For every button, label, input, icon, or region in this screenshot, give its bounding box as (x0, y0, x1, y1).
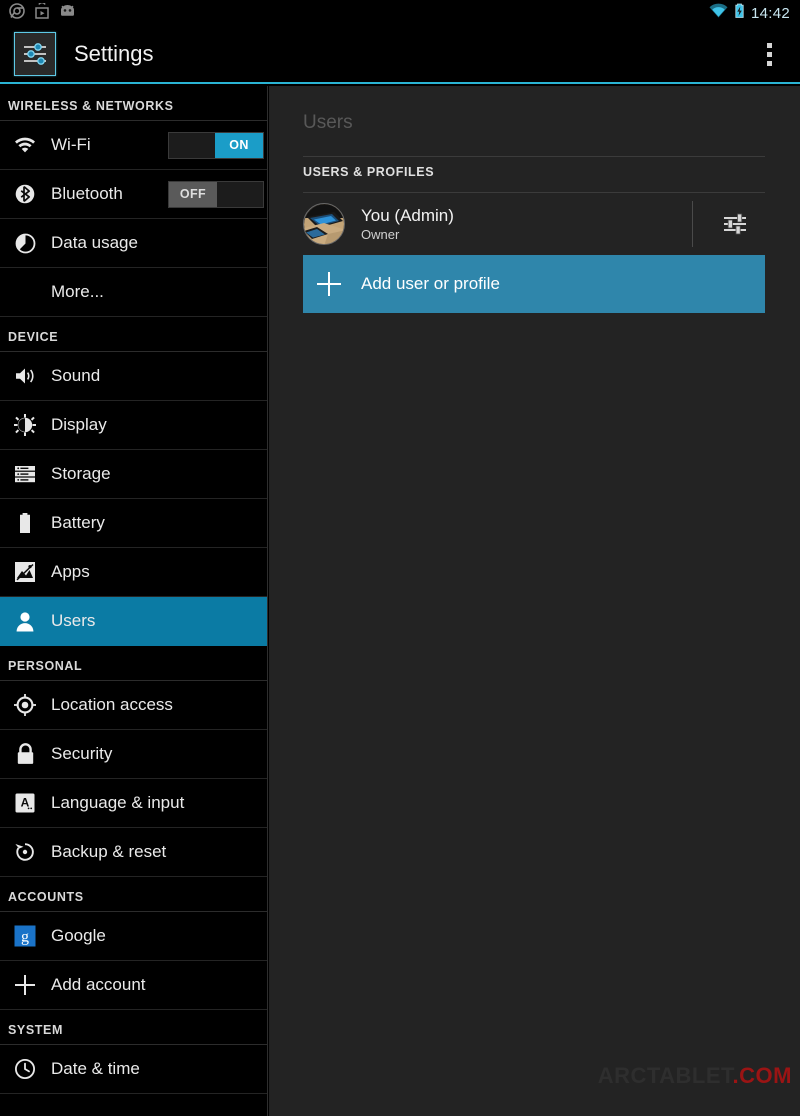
row-divider (692, 201, 693, 247)
sidebar-item-label: Display (51, 415, 107, 434)
battery-icon (8, 512, 42, 534)
sidebar-item-google[interactable]: g Google (0, 912, 267, 961)
data-usage-icon (8, 233, 42, 254)
section-header-accounts: ACCOUNTS (0, 877, 267, 912)
sidebar-item-label: More... (51, 282, 104, 301)
bluetooth-toggle[interactable]: OFF (168, 180, 264, 208)
sidebar-item-language-input[interactable]: A Language & input (0, 779, 267, 828)
clock-icon (8, 1058, 42, 1080)
sidebar-item-label: Sound (51, 366, 101, 385)
status-bar-system: 14:42 (709, 3, 800, 24)
users-profiles-section-header: USERS & PROFILES (303, 156, 765, 193)
sidebar-item-bluetooth[interactable]: Bluetooth OFF (0, 170, 267, 219)
apps-icon (8, 561, 42, 583)
panel-title: Users (303, 112, 353, 133)
action-bar: Settings (0, 26, 800, 84)
google-icon: g (8, 925, 42, 947)
add-user-label: Add user or profile (361, 274, 500, 293)
sound-icon (8, 366, 42, 386)
watermark-name: ARCTABLET (597, 1063, 733, 1088)
lock-icon (8, 743, 42, 765)
page-title: Settings (74, 41, 154, 66)
section-header-wireless: WIRELESS & NETWORKS (0, 86, 267, 121)
display-icon (8, 414, 42, 436)
sidebar-item-storage[interactable]: Storage (0, 450, 267, 499)
sidebar-item-label: Location access (51, 695, 173, 714)
status-bar-notifications (0, 1, 76, 24)
settings-sliders-icon[interactable] (14, 32, 56, 76)
sidebar-item-label: Security (51, 744, 113, 763)
overflow-menu-icon[interactable] (761, 37, 778, 72)
sidebar-item-data-usage[interactable]: Data usage (0, 219, 267, 268)
sidebar-item-battery[interactable]: Battery (0, 499, 267, 548)
svg-text:A: A (21, 796, 30, 810)
user-name: You (Admin) (361, 205, 454, 225)
sidebar-item-label: Backup & reset (51, 842, 167, 861)
sidebar-item-location-access[interactable]: Location access (0, 681, 267, 730)
sidebar-item-security[interactable]: Security (0, 730, 267, 779)
sidebar-item-add-account[interactable]: Add account (0, 961, 267, 1010)
sidebar-item-sound[interactable]: Sound (0, 352, 267, 401)
sidebar-item-label: Bluetooth (51, 184, 123, 203)
sidebar-item-label: Users (51, 611, 96, 630)
android-settings-screen: 14:42 Settings WIRELESS & NETWORKS Wi-Fi… (0, 0, 800, 1116)
add-user-button[interactable]: Add user or profile (303, 255, 765, 313)
play-store-icon (35, 1, 49, 24)
plus-icon (8, 973, 42, 997)
wifi-icon (8, 137, 42, 154)
user-text: You (Admin) Owner (361, 205, 454, 244)
backup-reset-icon (8, 841, 42, 863)
sidebar-item-label: Language & input (51, 793, 185, 812)
overflow-dot (767, 51, 772, 57)
avatar (303, 203, 345, 245)
wifi-toggle[interactable]: ON (168, 131, 264, 159)
watermark-tld: .COM (732, 1063, 792, 1088)
sidebar-item-label: Wi-Fi (51, 135, 91, 154)
settings-sidebar[interactable]: WIRELESS & NETWORKS Wi-Fi ON Bluetooth O… (0, 86, 268, 1116)
sidebar-item-date-time[interactable]: Date & time (0, 1045, 267, 1094)
user-subtitle: Owner (361, 226, 400, 242)
sidebar-item-backup-reset[interactable]: Backup & reset (0, 828, 267, 877)
toggle-thumb-label: ON (215, 132, 263, 158)
plus-icon (303, 270, 355, 298)
toggle-thumb-label: OFF (169, 181, 217, 207)
sidebar-item-label: Battery (51, 513, 105, 532)
sidebar-item-label: Storage (51, 464, 111, 483)
bluetooth-icon (8, 183, 42, 205)
section-label: USERS & PROFILES (303, 165, 435, 179)
sidebar-item-label: Date & time (51, 1059, 140, 1078)
android-app-icon (59, 4, 76, 23)
users-panel: Users USERS & PROFILES You (Admin) Owner… (269, 86, 800, 1116)
wifi-icon (709, 3, 728, 23)
sidebar-item-display[interactable]: Display (0, 401, 267, 450)
sidebar-item-more[interactable]: More... (0, 268, 267, 317)
storage-icon (8, 465, 42, 483)
sidebar-item-apps[interactable]: Apps (0, 548, 267, 597)
sidebar-item-label: Add account (51, 975, 146, 994)
overflow-dot (767, 60, 772, 66)
section-header-system: SYSTEM (0, 1010, 267, 1045)
chrome-icon (9, 2, 25, 24)
sidebar-item-label: Apps (51, 562, 90, 581)
sidebar-item-wifi[interactable]: Wi-Fi ON (0, 121, 267, 170)
sidebar-item-label: Google (51, 926, 106, 945)
status-bar: 14:42 (0, 0, 800, 26)
sidebar-item-users[interactable]: Users (0, 597, 267, 646)
content-area: WIRELESS & NETWORKS Wi-Fi ON Bluetooth O… (0, 86, 800, 1116)
language-icon: A (8, 792, 42, 814)
user-settings-sliders-icon[interactable] (715, 204, 755, 244)
section-header-device: DEVICE (0, 317, 267, 352)
watermark: ARCTABLET.COM (598, 1063, 792, 1089)
location-icon (8, 694, 42, 716)
users-icon (8, 611, 42, 632)
svg-text:g: g (21, 929, 29, 946)
status-bar-clock: 14:42 (750, 4, 790, 22)
user-row[interactable]: You (Admin) Owner (303, 193, 765, 255)
overflow-dot (767, 42, 772, 48)
sidebar-item-label: Data usage (51, 233, 138, 252)
battery-charging-icon (734, 3, 745, 24)
section-header-personal: PERSONAL (0, 646, 267, 681)
